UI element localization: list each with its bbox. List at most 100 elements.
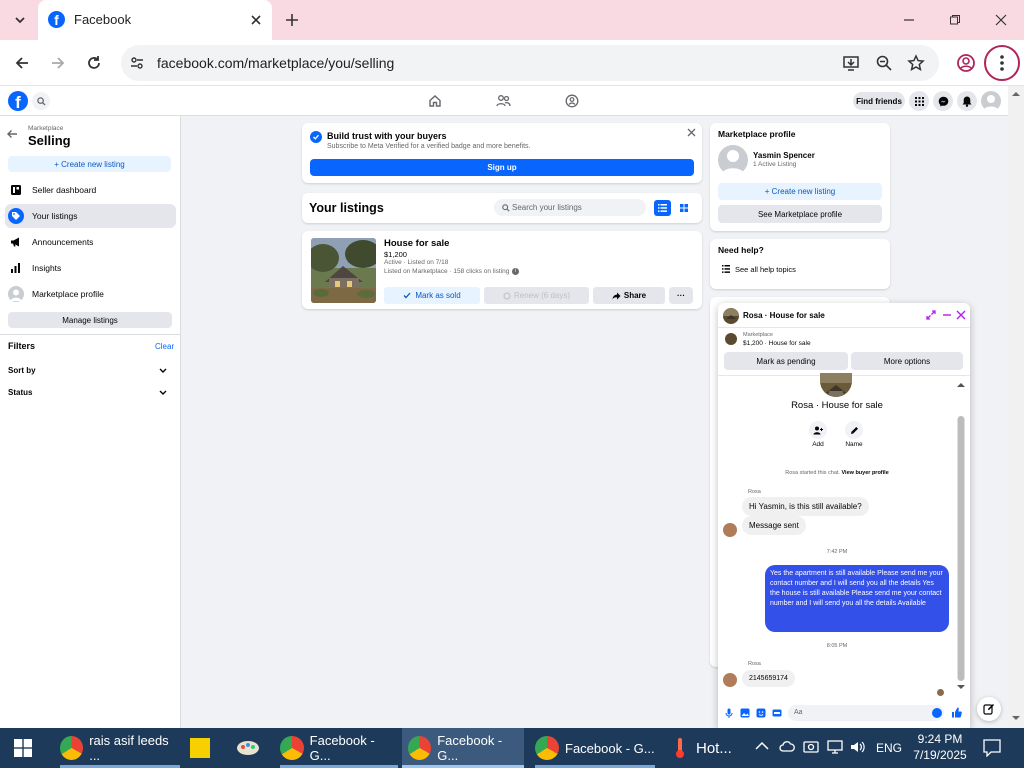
paint-app-icon[interactable] [236,738,260,758]
menu-grid-icon[interactable] [909,91,929,111]
contact-avatar[interactable] [820,373,852,397]
messenger-icon[interactable] [933,91,953,111]
minimize-chat-icon[interactable] [942,310,952,320]
sticker-icon[interactable] [756,708,766,718]
volume-icon[interactable] [850,740,866,754]
page-scrollbar[interactable] [1008,86,1024,728]
search-icon[interactable] [32,92,50,110]
home-icon[interactable] [428,94,442,108]
message-input[interactable]: Aa [788,705,944,721]
create-listing-button[interactable]: + Create new listing [718,183,882,200]
chat-header-title[interactable]: Rosa · House for sale [743,311,825,320]
incoming-message[interactable]: Message sent [742,516,806,535]
profile-icon[interactable] [950,47,982,79]
sort-by-dropdown[interactable]: Sort by [8,366,172,378]
clock[interactable]: 9:24 PM 7/19/2025 [908,731,972,763]
zoom-icon[interactable] [875,54,893,72]
image-upload-icon[interactable] [740,708,750,718]
browser-menu-icon[interactable] [984,45,1020,81]
all-help-topics-link[interactable]: See all help topics [735,265,796,274]
restore-window-icon[interactable] [939,4,971,36]
sidebar-item-announcements[interactable]: Announcements [5,230,176,254]
notification-center-icon[interactable] [983,739,1001,757]
avatar[interactable] [718,145,748,175]
sidebar-item-marketplace-profile[interactable]: Marketplace profile [5,282,176,306]
listing-title[interactable]: House for sale [384,238,449,249]
address-bar[interactable]: facebook.com/marketplace/you/selling [121,45,939,81]
emoji-icon[interactable] [932,708,942,718]
chat-listing-avatar[interactable] [723,308,739,324]
groups-icon[interactable] [565,94,579,108]
sidebar-item-your-listings[interactable]: Your listings [5,204,176,228]
friends-icon[interactable] [496,94,511,108]
status-dropdown[interactable]: Status [8,388,172,400]
taskbar-app-chrome-3[interactable]: Facebook - G... [408,728,524,768]
incoming-message[interactable]: Hi Yasmin, is this still available? [742,497,869,516]
account-avatar[interactable] [981,91,1001,111]
mark-as-pending-button[interactable]: Mark as pending [724,352,848,370]
input-language[interactable]: ENG [876,741,902,755]
weather-widget[interactable]: Hot... [674,728,744,768]
close-icon[interactable] [687,128,696,137]
tab-search-icon[interactable] [4,4,36,36]
view-buyer-profile-link[interactable]: View buyer profile [841,470,888,476]
close-window-icon[interactable] [985,4,1017,36]
find-friends-button[interactable]: Find friends [853,92,905,110]
close-chat-icon[interactable] [956,310,966,320]
share-button[interactable]: Share [593,287,665,304]
taskbar-app-chrome-4[interactable]: Facebook - G... [535,728,655,768]
gif-icon[interactable] [772,708,782,718]
sign-up-button[interactable]: Sign up [310,159,694,176]
back-arrow-icon[interactable] [6,129,18,139]
browser-tab-facebook[interactable]: f Facebook [38,0,272,40]
clear-filters-link[interactable]: Clear [155,342,174,351]
sender-avatar[interactable] [723,673,737,687]
breadcrumb[interactable]: Marketplace [28,125,63,132]
more-options-button[interactable]: ··· [669,287,693,304]
edit-name-icon[interactable] [845,421,863,439]
install-app-icon[interactable] [842,54,860,72]
list-view-icon[interactable] [654,200,671,216]
sidebar-item-insights[interactable]: Insights [5,256,176,280]
network-icon[interactable] [827,740,843,754]
outgoing-message[interactable]: Yes the apartment is still available Ple… [765,565,949,632]
incoming-message[interactable]: 2145659174 [742,670,795,687]
profile-name[interactable]: Yasmin Spencer [753,151,815,160]
listing-card[interactable]: House for sale $1,200 Active · Listed on… [302,231,702,309]
camera-icon[interactable] [803,740,819,754]
site-info-icon[interactable] [129,55,145,71]
minimize-window-icon[interactable] [893,4,925,36]
new-message-icon[interactable] [977,697,1001,721]
contact-name[interactable]: Rosa · House for sale [718,400,956,411]
close-tab-icon[interactable] [248,12,264,28]
search-listings-input[interactable]: Search your listings [494,199,646,216]
listing-photo[interactable] [311,238,376,303]
bookmark-star-icon[interactable] [907,54,925,72]
see-marketplace-profile-button[interactable]: See Marketplace profile [718,205,882,223]
facebook-logo-icon[interactable]: f [8,91,28,112]
thumbs-up-icon[interactable] [951,707,962,718]
notifications-bell-icon[interactable] [957,91,977,111]
mark-as-sold-button[interactable]: Mark as sold [384,287,480,304]
grid-view-icon[interactable] [676,200,692,216]
forward-icon[interactable] [42,47,74,79]
chat-scrollbar[interactable] [957,379,965,693]
new-tab-icon[interactable] [276,4,308,36]
more-options-button[interactable]: More options [851,352,963,370]
back-icon[interactable] [6,47,38,79]
sticky-notes-icon[interactable] [190,738,210,758]
expand-icon[interactable] [926,310,936,320]
taskbar-app-chrome-2[interactable]: Facebook - G... [280,728,398,768]
microphone-icon[interactable] [725,708,733,718]
cloud-sync-icon[interactable] [779,740,795,754]
taskbar-app-chrome-1[interactable]: rais asif leeds ... [60,728,180,768]
show-hidden-icons-chevron-icon[interactable] [755,741,769,751]
info-icon[interactable]: i [512,268,519,275]
sidebar-item-seller-dashboard[interactable]: Seller dashboard [5,178,176,202]
sender-avatar[interactable] [723,523,737,537]
reload-icon[interactable] [78,47,110,79]
windows-start-icon[interactable] [14,739,32,757]
create-listing-button[interactable]: + Create new listing [8,156,171,172]
add-person-icon[interactable] [809,421,827,439]
manage-listings-button[interactable]: Manage listings [8,312,172,328]
